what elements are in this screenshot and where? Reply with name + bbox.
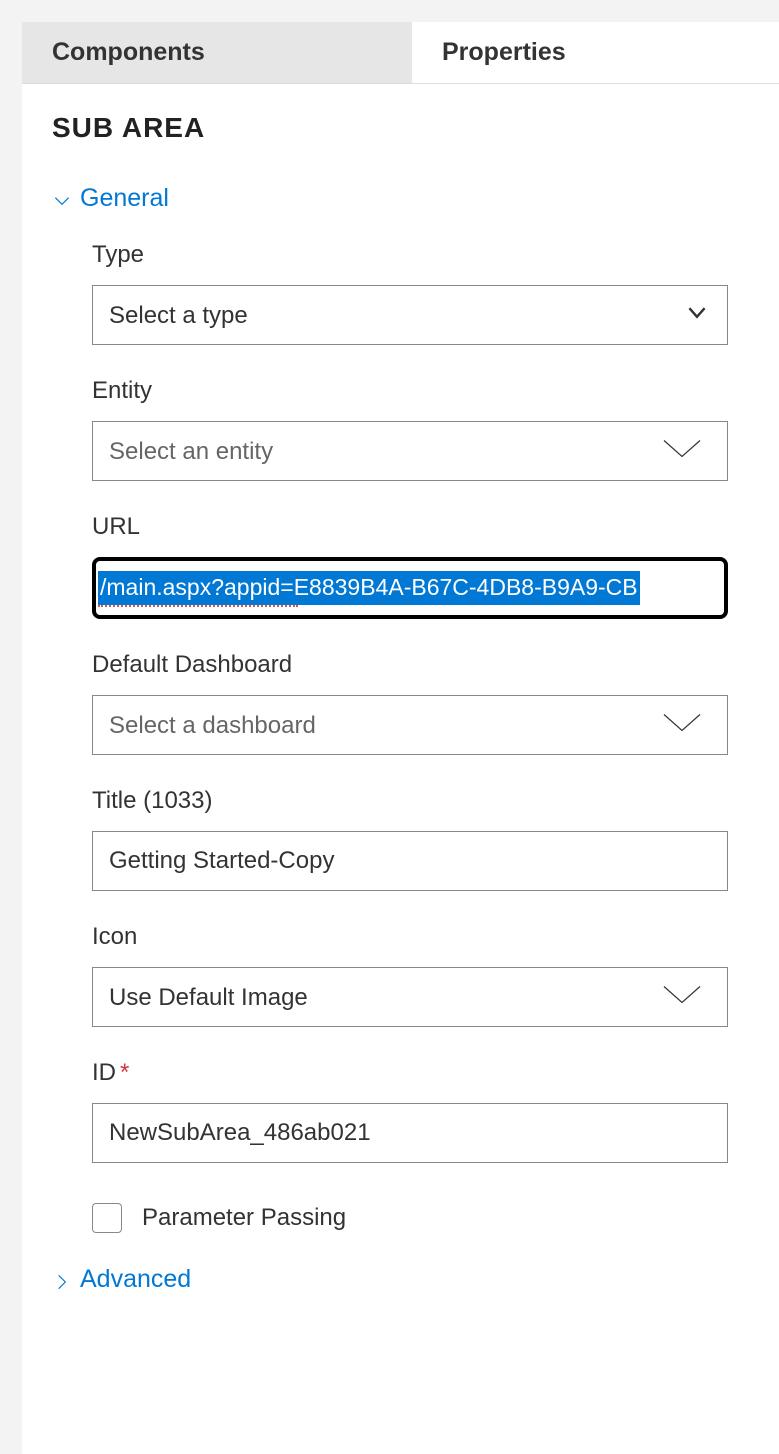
field-id: ID*	[92, 1059, 749, 1163]
title-label: Title (1033)	[92, 787, 749, 815]
icon-label: Icon	[92, 923, 749, 951]
type-label: Type	[92, 241, 749, 269]
page-title: SUB AREA	[52, 112, 749, 144]
dashboard-select[interactable]: Select a dashboard	[92, 695, 728, 755]
properties-content: SUB AREA General Type Select a type	[22, 84, 779, 1314]
entity-select[interactable]: Select an entity	[92, 421, 728, 481]
icon-select-value: Use Default Image	[92, 967, 728, 1027]
dashboard-label: Default Dashboard	[92, 651, 749, 679]
section-general-toggle[interactable]: General	[52, 184, 749, 213]
id-label-text: ID	[92, 1059, 116, 1086]
field-param-passing: Parameter Passing	[92, 1195, 749, 1233]
field-type: Type Select a type	[92, 241, 749, 345]
section-general-label: General	[80, 184, 169, 213]
field-title: Title (1033)	[92, 787, 749, 891]
section-advanced-label: Advanced	[80, 1265, 191, 1294]
required-indicator: *	[120, 1059, 129, 1086]
field-url: URL /main.aspx?appid=E8839B4A-B67C-4DB8-…	[92, 513, 749, 619]
tab-properties[interactable]: Properties	[412, 22, 779, 83]
tab-components[interactable]: Components	[22, 22, 412, 83]
id-input[interactable]	[92, 1103, 728, 1163]
url-value: /main.aspx?appid=E8839B4A-B67C-4DB8-B9A9…	[98, 571, 640, 604]
section-advanced-toggle[interactable]: Advanced	[52, 1265, 749, 1294]
type-select-value: Select a type	[92, 285, 728, 345]
param-passing-checkbox[interactable]	[92, 1203, 122, 1233]
url-input[interactable]: /main.aspx?appid=E8839B4A-B67C-4DB8-B9A9…	[92, 557, 728, 619]
field-dashboard: Default Dashboard Select a dashboard	[92, 651, 749, 755]
tab-strip: Components Properties	[22, 22, 779, 84]
chevron-down-icon	[52, 189, 72, 209]
field-icon: Icon Use Default Image	[92, 923, 749, 1027]
entity-select-value: Select an entity	[92, 421, 728, 481]
chevron-right-icon	[52, 1270, 72, 1290]
type-select[interactable]: Select a type	[92, 285, 728, 345]
id-label: ID*	[92, 1059, 749, 1087]
entity-label: Entity	[92, 377, 749, 405]
title-input[interactable]	[92, 831, 728, 891]
general-fields: Type Select a type Entity Select an enti…	[52, 241, 749, 1233]
spellcheck-underline	[98, 605, 724, 607]
properties-panel: Components Properties SUB AREA General T…	[22, 22, 779, 1454]
url-label: URL	[92, 513, 749, 541]
field-entity: Entity Select an entity	[92, 377, 749, 481]
param-passing-label: Parameter Passing	[142, 1204, 346, 1232]
dashboard-select-value: Select a dashboard	[92, 695, 728, 755]
icon-select[interactable]: Use Default Image	[92, 967, 728, 1027]
